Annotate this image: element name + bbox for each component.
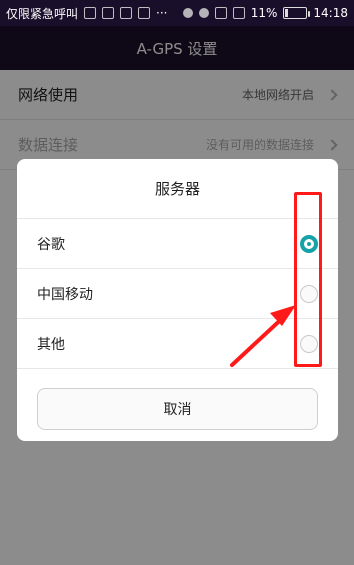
option-label: 中国移动 <box>37 286 93 303</box>
server-option-other[interactable]: 其他 <box>17 319 338 369</box>
option-label: 谷歌 <box>37 236 65 253</box>
annotation-highlight-box <box>294 192 322 367</box>
data-icon <box>232 7 245 19</box>
server-option-google[interactable]: 谷歌 <box>17 219 338 269</box>
server-dialog: 服务器 谷歌 中国移动 其他 取消 <box>17 159 338 441</box>
lock-icon <box>214 7 227 19</box>
carrier-text: 仅限紧急呼叫 <box>6 6 79 21</box>
option-label: 其他 <box>37 336 65 353</box>
sim-icon <box>84 7 97 19</box>
gallery-icon <box>102 7 115 19</box>
clock: 14:18 <box>313 6 348 20</box>
cloud-icon <box>120 7 133 19</box>
battery-percent: 11% <box>250 6 278 20</box>
status-right: 11% 14:18 <box>182 6 348 20</box>
status-left: 仅限紧急呼叫 ··· <box>6 5 167 22</box>
cancel-button[interactable]: 取消 <box>37 388 318 430</box>
server-option-china-mobile[interactable]: 中国移动 <box>17 269 338 319</box>
message-icon <box>138 7 151 19</box>
status-bar: 仅限紧急呼叫 ··· 11% 14:18 <box>0 0 354 26</box>
alarm-icon <box>182 8 193 18</box>
more-notifications-icon: ··· <box>156 6 168 20</box>
wifi-icon <box>198 8 209 18</box>
battery-icon <box>283 7 311 19</box>
dialog-title: 服务器 <box>17 159 338 219</box>
